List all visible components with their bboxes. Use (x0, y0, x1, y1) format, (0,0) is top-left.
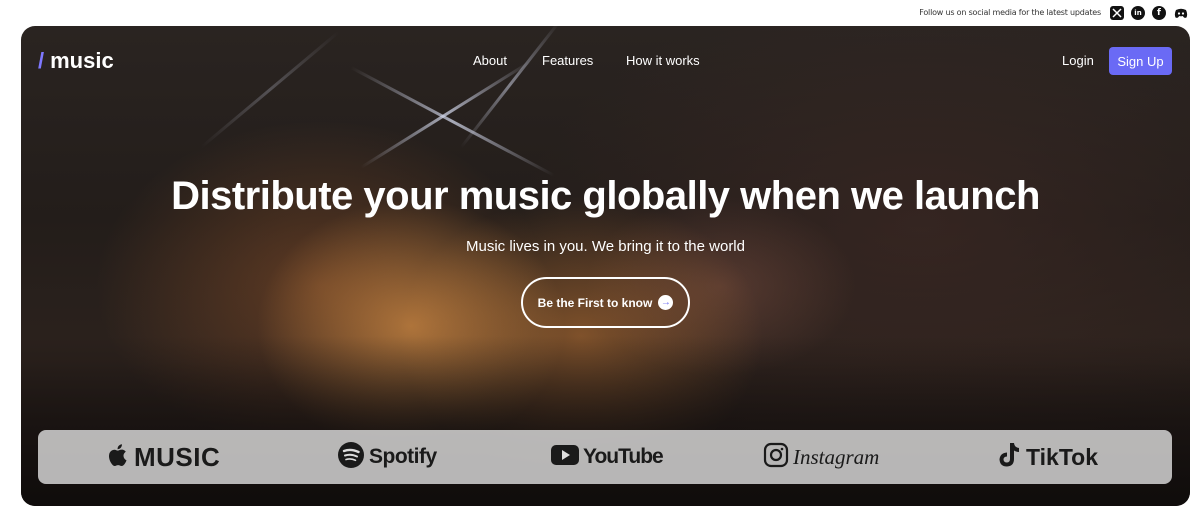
platform-logos-bar: MUSIC Spotify YouTube Instagram TikTok (38, 430, 1172, 484)
nav-how-it-works[interactable]: How it works (626, 53, 700, 68)
linkedin-icon[interactable]: in (1131, 6, 1145, 20)
nav-about[interactable]: About (473, 53, 507, 68)
facebook-icon[interactable]: f (1152, 6, 1166, 20)
platform-label: TikTok (1026, 443, 1098, 470)
logo-slash: / (38, 48, 45, 73)
x-icon[interactable] (1110, 6, 1124, 20)
stage-light-beam (350, 66, 555, 177)
tiktok-icon (996, 441, 1022, 473)
platform-tiktok: TikTok (996, 442, 1098, 472)
logo-text: music (50, 48, 114, 73)
cta-label: Be the First to know (537, 295, 653, 310)
login-link[interactable]: Login (1062, 53, 1094, 68)
arrow-right-icon: → (658, 295, 674, 310)
platform-youtube: YouTube (551, 442, 664, 472)
nav-features[interactable]: Features (542, 53, 593, 68)
instagram-icon (763, 442, 789, 472)
platform-label: YouTube (583, 445, 664, 468)
brand-logo[interactable]: / music (38, 48, 114, 74)
stage-light-beam (459, 26, 561, 149)
be-first-button[interactable]: Be the First to know → (521, 277, 690, 328)
hero-headline: Distribute your music globally when we l… (171, 174, 1040, 218)
platform-label: MUSIC (134, 441, 221, 472)
stage-light-beam (200, 30, 340, 149)
youtube-icon (551, 445, 579, 469)
discord-icon[interactable] (1174, 6, 1188, 20)
spotify-icon (337, 441, 365, 473)
social-topbar: Follow us on social media for the latest… (0, 0, 1200, 26)
signup-button[interactable]: Sign Up (1109, 47, 1172, 75)
hero-section: / music About Features How it works Login… (21, 26, 1190, 506)
follow-text: Follow us on social media for the latest… (919, 8, 1101, 17)
apple-icon (108, 442, 130, 472)
stage-light-beam (360, 60, 532, 169)
platform-label: Instagram (793, 444, 880, 469)
hero-subline: Music lives in you. We bring it to the w… (465, 238, 745, 255)
platform-label: Spotify (369, 445, 437, 468)
platform-spotify: Spotify (337, 442, 437, 472)
platform-instagram: Instagram (763, 442, 879, 472)
platform-apple-music: MUSIC (108, 442, 220, 472)
